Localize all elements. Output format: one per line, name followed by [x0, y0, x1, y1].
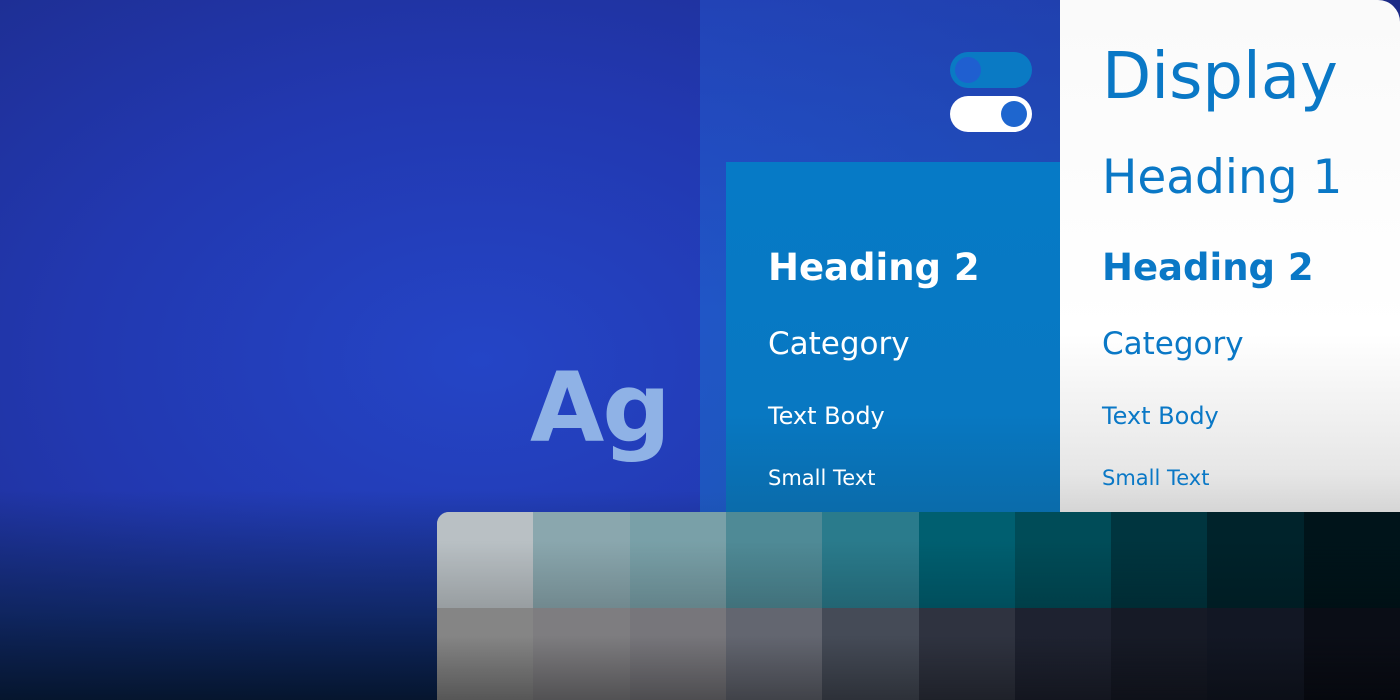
- toggle-switch-on[interactable]: [950, 96, 1032, 132]
- color-palette: [437, 512, 1400, 700]
- color-swatch: [822, 608, 919, 700]
- category-sample: Category: [1102, 326, 1244, 362]
- category-sample: Category: [768, 326, 910, 362]
- text-body-sample: Text Body: [768, 402, 885, 430]
- glyph-sample: Ag: [530, 352, 671, 464]
- color-swatch: [1207, 608, 1304, 700]
- display-sample: Display: [1102, 40, 1338, 114]
- typography-panel-blue: Heading 2 Category Text Body Small Text: [726, 162, 1060, 522]
- color-swatch: [1207, 512, 1304, 608]
- toggle-knob: [955, 57, 981, 83]
- color-swatch: [1014, 608, 1112, 700]
- color-swatch: [533, 512, 630, 608]
- heading2-sample: Heading 2: [1102, 246, 1314, 289]
- heading2-sample: Heading 2: [768, 246, 980, 289]
- small-text-sample: Small Text: [1102, 466, 1210, 490]
- color-swatch: [918, 512, 1015, 608]
- color-swatch: [822, 512, 919, 608]
- color-swatch: [533, 608, 630, 700]
- color-swatch: [1111, 512, 1208, 608]
- color-swatch: [629, 512, 726, 608]
- color-swatch: [1303, 608, 1400, 700]
- color-swatch: [1111, 608, 1208, 700]
- color-swatch: [918, 608, 1015, 700]
- color-swatch: [725, 512, 823, 608]
- color-swatch: [725, 608, 823, 700]
- typography-panel-white: Display Heading 1 Heading 2 Category Tex…: [1060, 0, 1400, 515]
- color-swatch: [1014, 512, 1112, 608]
- color-swatch: [437, 512, 534, 608]
- color-swatch: [629, 608, 726, 700]
- toggle-switch-off[interactable]: [950, 52, 1032, 88]
- toggle-knob: [1001, 101, 1027, 127]
- small-text-sample: Small Text: [768, 466, 876, 490]
- color-swatch: [1303, 512, 1400, 608]
- heading1-sample: Heading 1: [1102, 150, 1343, 205]
- color-swatch: [437, 608, 534, 700]
- text-body-sample: Text Body: [1102, 402, 1219, 430]
